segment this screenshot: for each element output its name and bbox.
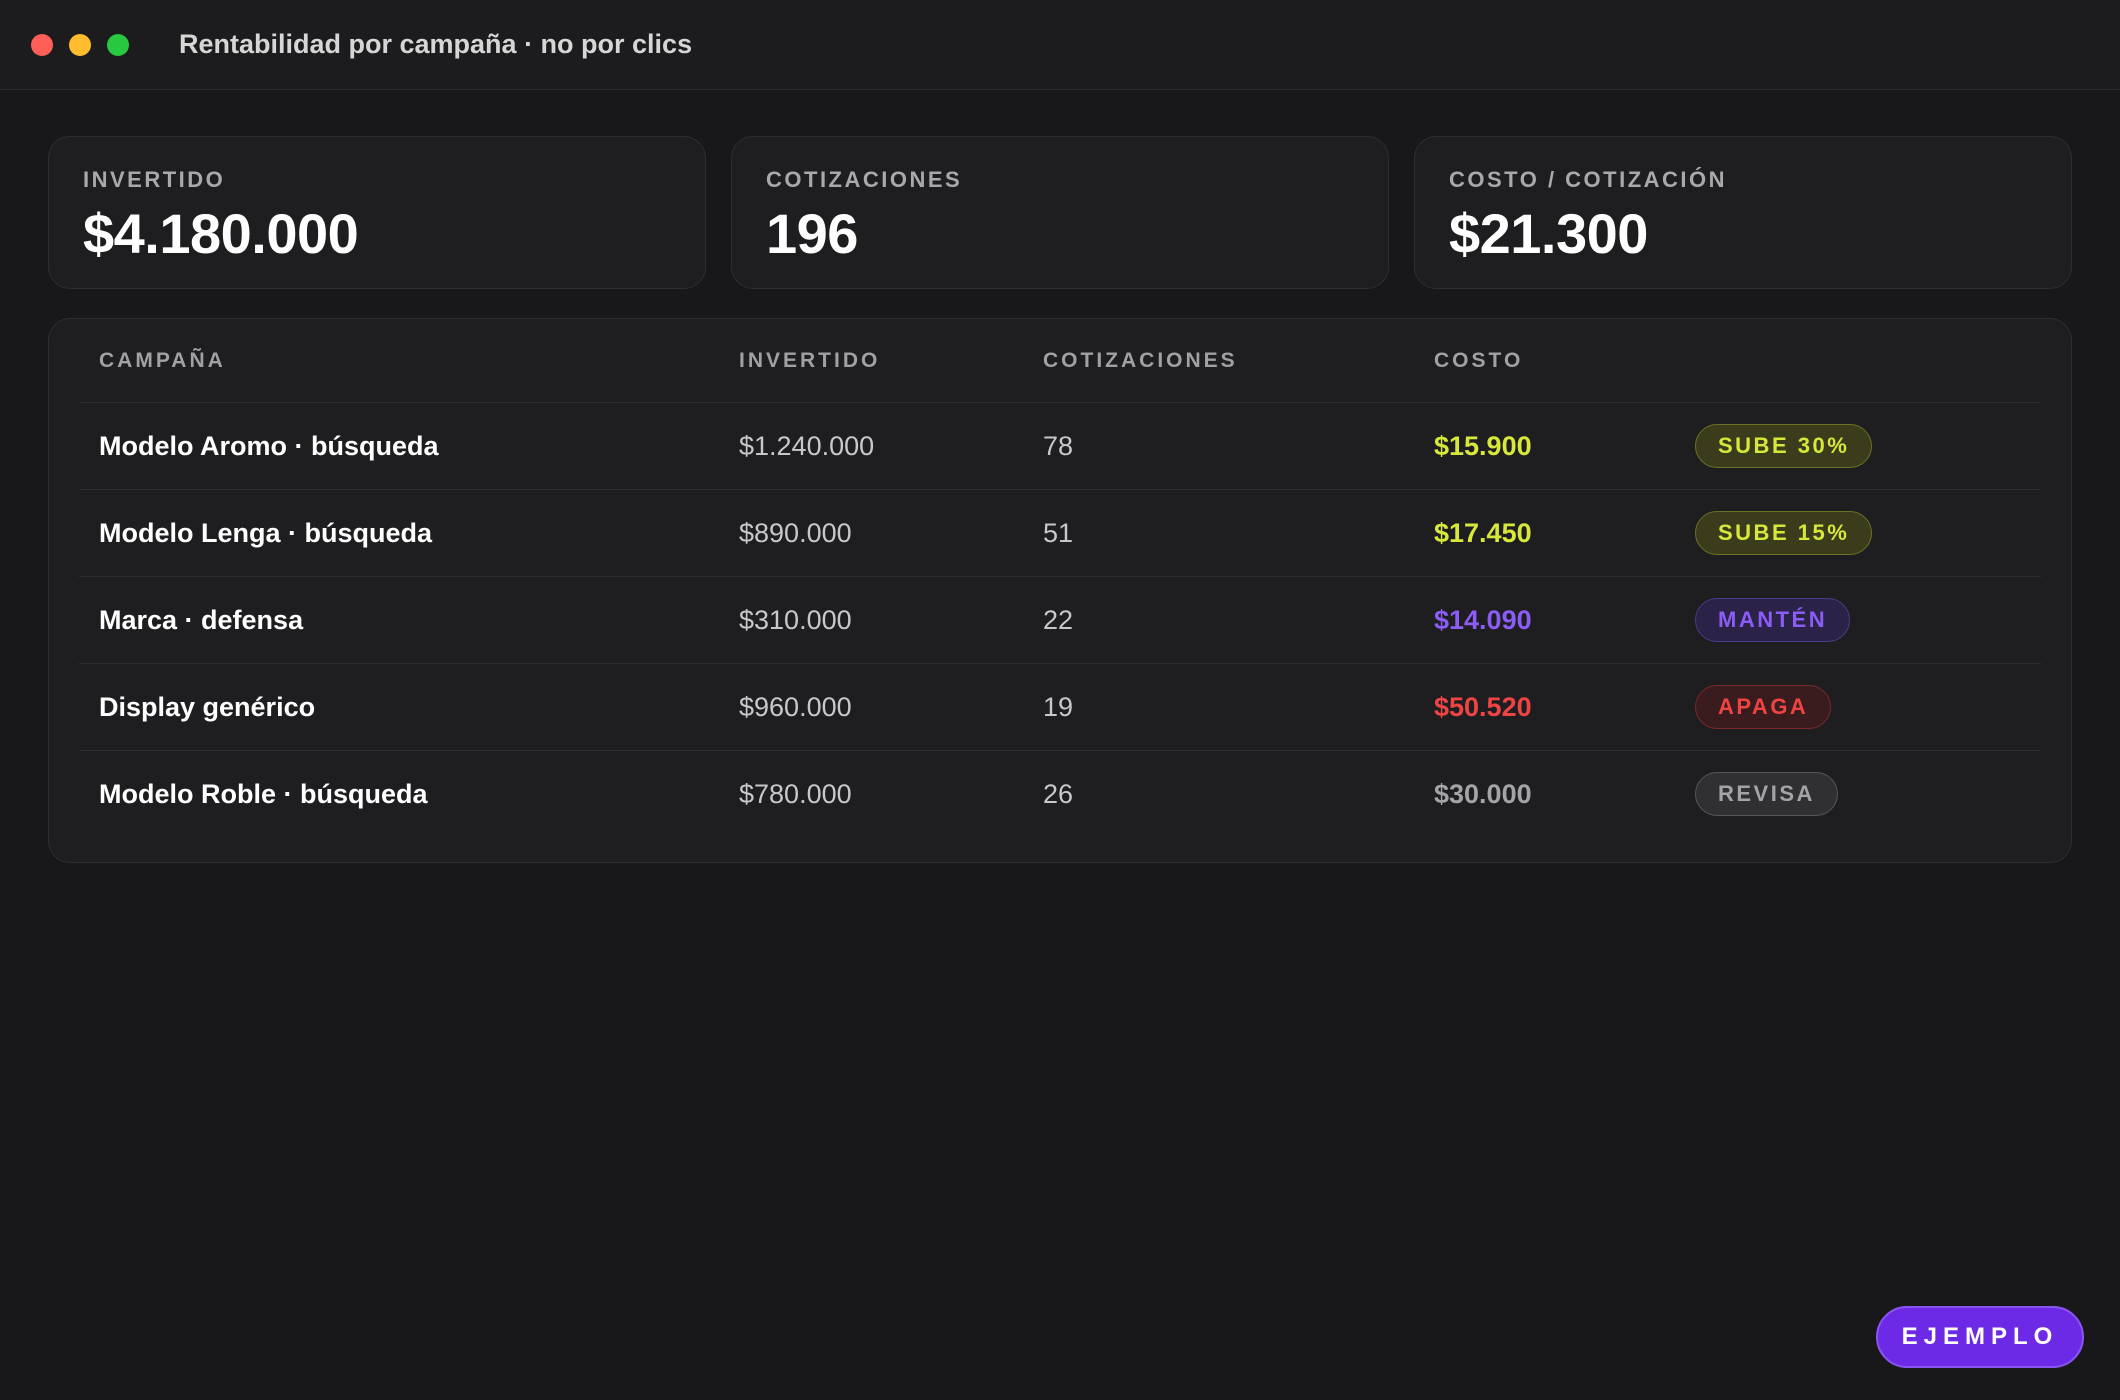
campaign-name: Modelo Roble · búsqueda (99, 778, 428, 809)
campaign-name: Modelo Lenga · búsqueda (99, 517, 433, 548)
app-window: Rentabilidad por campaña · no por clics … (0, 0, 2120, 1400)
column-header-quotes: COTIZACIONES (1043, 348, 1238, 372)
minimize-icon[interactable] (69, 33, 91, 56)
maximize-icon[interactable] (107, 33, 129, 56)
kpi-card-invested: INVERTIDO $4.180.000 (48, 136, 706, 289)
window-controls (31, 33, 145, 56)
kpi-cards: INVERTIDO $4.180.000 COTIZACIONES 196 CO… (48, 136, 2072, 289)
quotes-value: 78 (1043, 430, 1074, 461)
quotes-value: 19 (1043, 691, 1074, 722)
invested-value: $310.000 (739, 604, 852, 635)
kpi-card-quotes: COTIZACIONES 196 (731, 136, 1389, 289)
table-row[interactable]: Marca · defensa $310.000 22 $14.090 MANT… (79, 577, 2041, 664)
campaign-name: Marca · defensa (99, 604, 304, 635)
campaign-name: Display genérico (99, 691, 316, 722)
column-header-campaign: CAMPAÑA (99, 348, 226, 372)
table-row[interactable]: Modelo Lenga · búsqueda $890.000 51 $17.… (79, 490, 2041, 577)
table-header: CAMPAÑA INVERTIDO COTIZACIONES COSTO (79, 319, 2041, 403)
kpi-label: COSTO / COTIZACIÓN (1449, 167, 1728, 192)
window-title: Rentabilidad por campaña · no por clics (179, 29, 693, 59)
invested-value: $1.240.000 (739, 430, 875, 461)
quotes-value: 51 (1043, 517, 1074, 548)
title-bar: Rentabilidad por campaña · no por clics (0, 0, 2120, 90)
cost-value: $17.450 (1434, 517, 1532, 548)
table-row[interactable]: Display genérico $960.000 19 $50.520 APA… (79, 664, 2041, 751)
kpi-card-cost-per-quote: COSTO / COTIZACIÓN $21.300 (1414, 136, 2072, 289)
cost-value: $30.000 (1434, 778, 1532, 809)
invested-value: $890.000 (739, 517, 852, 548)
cost-value: $14.090 (1434, 604, 1532, 635)
action-badge: MANTÉN (1695, 598, 1851, 642)
action-badge: REVISA (1695, 772, 1838, 816)
close-icon[interactable] (31, 33, 53, 56)
column-header-cost: COSTO (1434, 348, 1524, 372)
campaign-table: CAMPAÑA INVERTIDO COTIZACIONES COSTO Mod… (48, 318, 2072, 863)
table-row[interactable]: Modelo Aromo · búsqueda $1.240.000 78 $1… (79, 403, 2041, 490)
invested-value: $960.000 (739, 691, 852, 722)
invested-value: $780.000 (739, 778, 852, 809)
cost-value: $50.520 (1434, 691, 1532, 722)
kpi-label: INVERTIDO (83, 167, 226, 192)
kpi-value: 196 (766, 202, 858, 265)
kpi-label: COTIZACIONES (766, 167, 963, 192)
quotes-value: 26 (1043, 778, 1074, 809)
action-badge: SUBE 30% (1695, 424, 1873, 468)
example-button[interactable]: EJEMPLO (1876, 1306, 2084, 1368)
kpi-value: $4.180.000 (83, 202, 359, 265)
table-row[interactable]: Modelo Roble · búsqueda $780.000 26 $30.… (79, 751, 2041, 837)
kpi-value: $21.300 (1449, 202, 1648, 265)
campaign-name: Modelo Aromo · búsqueda (99, 430, 439, 461)
cost-value: $15.900 (1434, 430, 1532, 461)
action-badge: SUBE 15% (1695, 511, 1873, 555)
column-header-invested: INVERTIDO (739, 348, 881, 372)
action-badge: APAGA (1695, 685, 1832, 729)
quotes-value: 22 (1043, 604, 1074, 635)
